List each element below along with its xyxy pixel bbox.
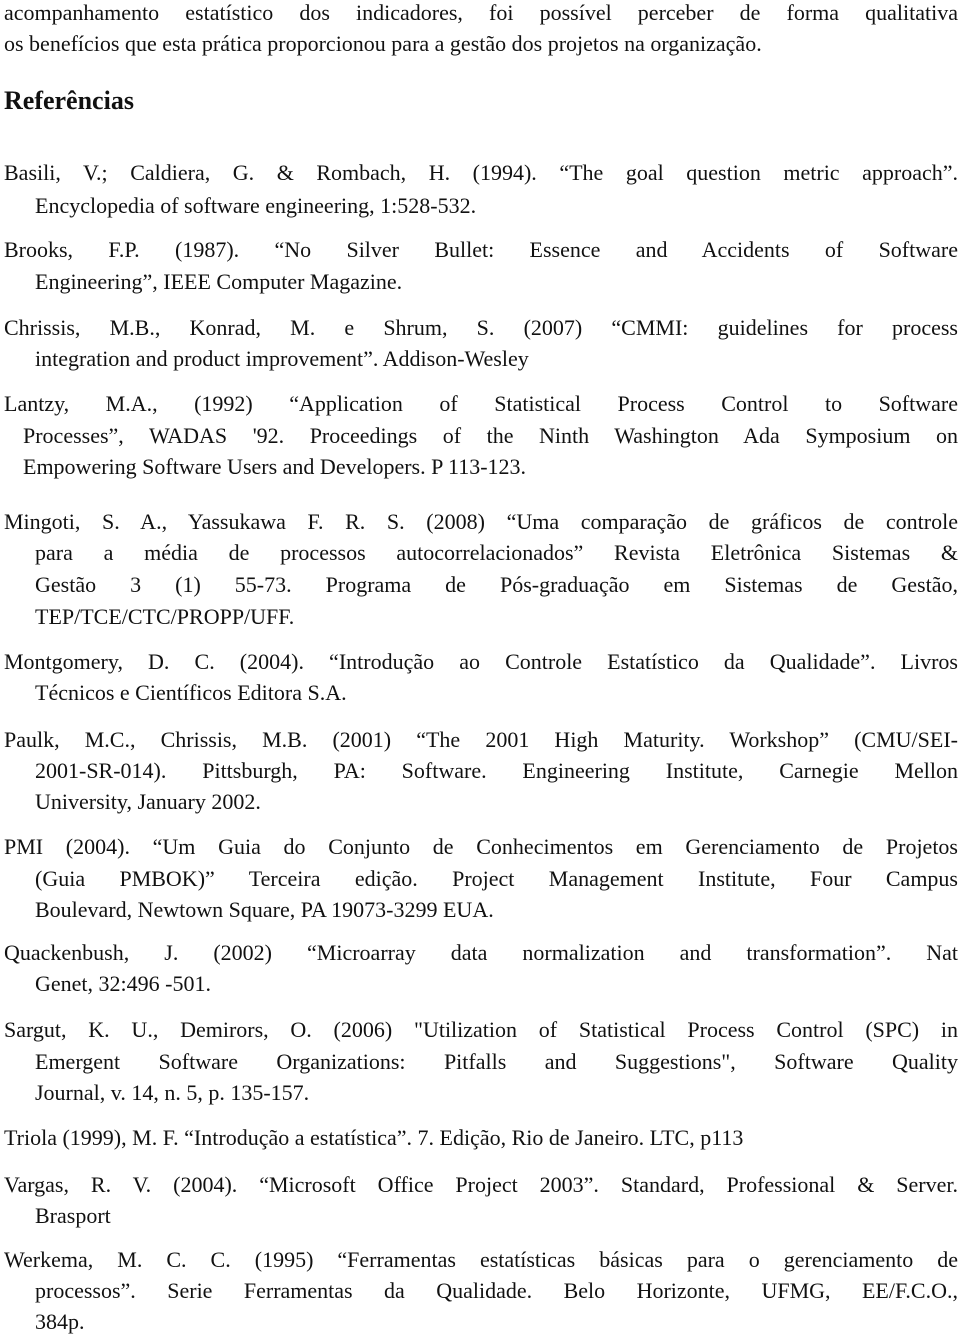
reference-line: Boulevard, Newtown Square, PA 19073-3299… — [35, 897, 494, 922]
reference-line: Genet, 32:496 -501. — [35, 971, 211, 996]
reference-line: Brooks, F.P. (1987). “No Silver Bullet: … — [4, 237, 958, 262]
reference-line: Processes”, WADAS '92. Proceedings of th… — [23, 423, 958, 448]
reference-line: Engineering”, IEEE Computer Magazine. — [35, 269, 403, 294]
document-page: acompanhamento estatístico dos indicador… — [0, 0, 960, 1341]
reference-line: integration and product improvement”. Ad… — [35, 346, 529, 371]
reference-line: PMI (2004). “Um Guia do Conjunto de Conh… — [4, 834, 958, 859]
reference-line: Brasport — [35, 1203, 111, 1228]
references-heading: Referências — [4, 86, 134, 115]
reference-line: Emergent Software Organizations: Pitfall… — [35, 1049, 958, 1074]
reference-line: Gestão 3 (1) 55-73. Programa de Pós-grad… — [35, 572, 958, 597]
reference-line: 2001-SR-014). Pittsburgh, PA: Software. … — [35, 758, 958, 783]
reference-line: Paulk, M.C., Chrissis, M.B. (2001) “The … — [4, 727, 958, 752]
reference-line: Lantzy, M.A., (1992) “Application of Sta… — [4, 391, 958, 416]
reference-line: Mingoti, S. A., Yassukawa F. R. S. (2008… — [4, 509, 958, 534]
reference-line: processos”. Serie Ferramentas da Qualida… — [35, 1278, 958, 1303]
reference-line: Técnicos e Científicos Editora S.A. — [35, 680, 347, 705]
reference-line: Sargut, K. U., Demirors, O. (2006) "Util… — [4, 1017, 958, 1042]
reference-line: 384p. — [35, 1309, 85, 1334]
reference-line: Basili, V.; Caldiera, G. & Rombach, H. (… — [4, 160, 958, 185]
reference-line: Journal, v. 14, n. 5, p. 135-157. — [35, 1080, 310, 1105]
reference-line: University, January 2002. — [35, 789, 261, 814]
intro-line: os benefícios que esta prática proporcio… — [4, 31, 762, 56]
reference-line: Werkema, M. C. C. (1995) “Ferramentas es… — [4, 1247, 958, 1272]
reference-line: Vargas, R. V. (2004). “Microsoft Office … — [4, 1172, 958, 1197]
reference-line: Encyclopedia of software engineering, 1:… — [35, 193, 477, 218]
reference-line: para a média de processos autocorrelacio… — [35, 540, 958, 565]
reference-line: Empowering Software Users and Developers… — [23, 454, 527, 479]
reference-line: TEP/TCE/CTC/PROPP/UFF. — [35, 604, 295, 629]
reference-line: Montgomery, D. C. (2004). “Introdução ao… — [4, 649, 958, 674]
reference-line: Chrissis, M.B., Konrad, M. e Shrum, S. (… — [4, 315, 958, 340]
reference-line: (Guia PMBOK)” Terceira edição. Project M… — [35, 866, 958, 891]
reference-line: Quackenbush, J. (2002) “Microarray data … — [4, 940, 958, 965]
reference-line: Triola (1999), M. F. “Introdução a estat… — [4, 1125, 744, 1150]
intro-line: acompanhamento estatístico dos indicador… — [4, 0, 958, 25]
